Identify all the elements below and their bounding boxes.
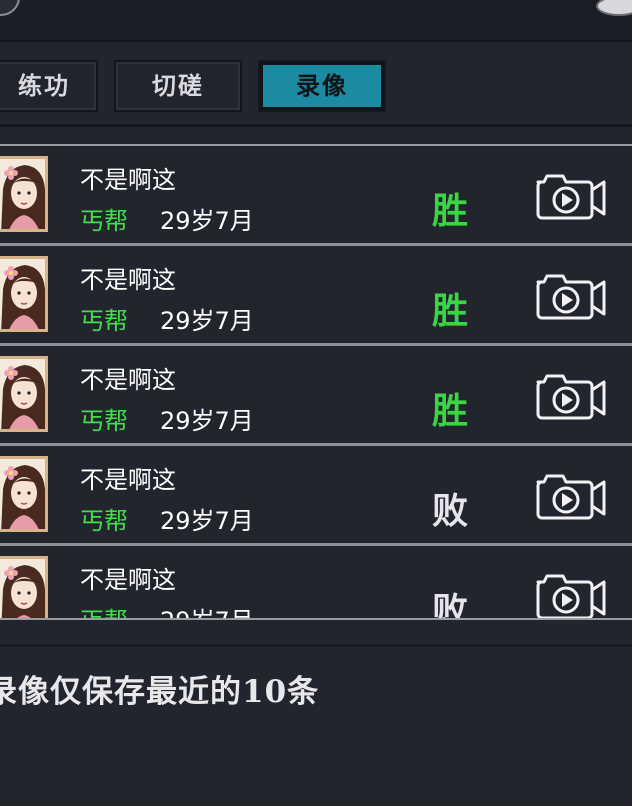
replay-row: 不是啊这 丐帮 29岁7月 败 bbox=[0, 446, 632, 546]
avatar[interactable] bbox=[0, 556, 48, 618]
player-name: 不是啊这 bbox=[80, 566, 176, 594]
tab-replay[interactable]: 录像 bbox=[258, 60, 386, 112]
avatar[interactable] bbox=[0, 256, 48, 332]
video-camera-play-icon[interactable] bbox=[534, 172, 606, 220]
tab-spar[interactable]: 切磋 bbox=[114, 60, 242, 112]
video-camera-play-icon[interactable] bbox=[534, 472, 606, 520]
match-result: 胜 bbox=[431, 390, 468, 432]
video-camera-play-icon[interactable] bbox=[534, 572, 606, 618]
player-sect: 丐帮 bbox=[80, 307, 128, 335]
top-bar bbox=[0, 0, 632, 42]
avatar[interactable] bbox=[0, 456, 48, 532]
back-button[interactable] bbox=[0, 0, 20, 16]
player-sect: 丐帮 bbox=[80, 601, 128, 618]
player-sect: 丐帮 bbox=[80, 507, 128, 535]
avatar-portrait bbox=[0, 559, 45, 618]
player-name: 不是啊这 bbox=[80, 266, 176, 294]
avatar[interactable] bbox=[0, 156, 48, 232]
video-camera-play-icon[interactable] bbox=[534, 372, 606, 420]
close-icon[interactable] bbox=[596, 0, 632, 16]
divider bbox=[0, 644, 632, 647]
player-sect: 丐帮 bbox=[80, 407, 128, 435]
player-sect: 丐帮 bbox=[80, 207, 128, 235]
match-result: 败 bbox=[431, 590, 468, 620]
match-result: 败 bbox=[431, 490, 468, 532]
player-name: 不是啊这 bbox=[80, 366, 176, 394]
replay-row: 不是啊这 丐帮 29岁7月 胜 bbox=[0, 246, 632, 346]
avatar-portrait bbox=[0, 359, 45, 429]
replay-row: 不是啊这 丐帮 29岁7月 胜 bbox=[0, 146, 632, 246]
avatar-portrait bbox=[0, 159, 45, 229]
player-age: 29岁7月 bbox=[160, 601, 254, 618]
avatar-portrait bbox=[0, 259, 45, 329]
match-result: 胜 bbox=[431, 190, 468, 232]
player-age: 29岁7月 bbox=[160, 507, 254, 535]
player-age: 29岁7月 bbox=[160, 207, 254, 235]
match-result: 胜 bbox=[431, 290, 468, 332]
avatar-portrait bbox=[0, 459, 45, 529]
replay-limit-note: 录像仅保存最近的10条 bbox=[0, 674, 320, 710]
replay-row: 不是啊这 丐帮 29岁7月 胜 bbox=[0, 346, 632, 446]
tab-practice[interactable]: 练功 bbox=[0, 60, 98, 112]
player-name: 不是啊这 bbox=[80, 166, 176, 194]
player-age: 29岁7月 bbox=[160, 307, 254, 335]
tab-strip: 练功 切磋 录像 bbox=[0, 52, 632, 127]
replay-list: 不是啊这 丐帮 29岁7月 胜 不是啊这 丐帮 29岁7月 胜 不是啊这 丐帮 … bbox=[0, 144, 632, 620]
player-name: 不是啊这 bbox=[80, 466, 176, 494]
player-age: 29岁7月 bbox=[160, 407, 254, 435]
replay-row: 不是啊这 丐帮 29岁7月 败 bbox=[0, 546, 632, 620]
video-camera-play-icon[interactable] bbox=[534, 272, 606, 320]
avatar[interactable] bbox=[0, 356, 48, 432]
